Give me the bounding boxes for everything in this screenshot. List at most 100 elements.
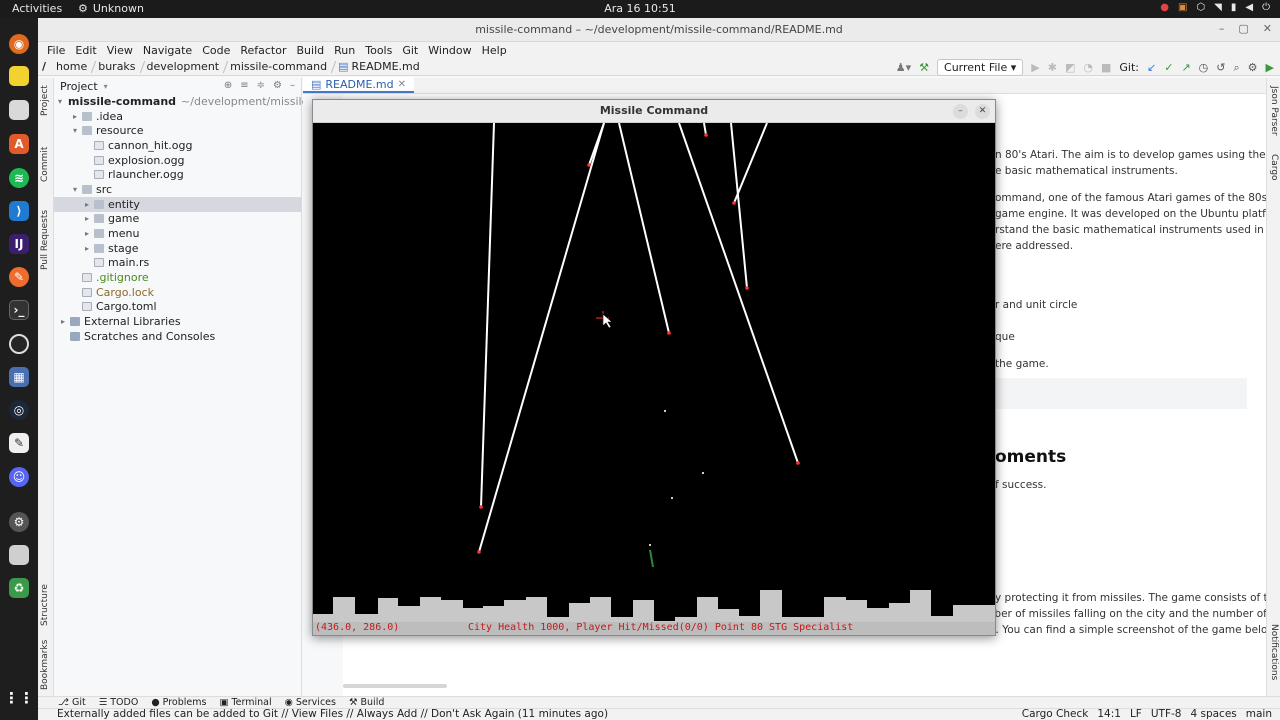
wifi-icon[interactable]: ◥: [1214, 2, 1222, 13]
menu-view[interactable]: View: [102, 44, 138, 57]
tool-terminal[interactable]: ▣ Terminal: [219, 697, 271, 708]
network-icon[interactable]: ●: [1160, 2, 1169, 13]
options-icon[interactable]: ⚙: [273, 80, 282, 91]
system-tray[interactable]: ● ▣ ⬡ ◥ ▮ ◀ ⏻: [1160, 2, 1270, 13]
game-canvas[interactable]: [313, 123, 995, 623]
plugin-icon[interactable]: ▶: [1266, 61, 1274, 74]
expand-all-icon[interactable]: ≡: [240, 80, 248, 91]
menu-refactor[interactable]: Refactor: [235, 44, 291, 57]
collapse-all-icon[interactable]: ≑: [257, 80, 265, 91]
tool-cargo[interactable]: Cargo: [1269, 154, 1279, 181]
git-push-icon[interactable]: ↗: [1181, 61, 1190, 74]
profile-icon[interactable]: ◔: [1083, 61, 1093, 74]
tree-item-scratches-and-consoles[interactable]: Scratches and Consoles: [54, 329, 301, 344]
files-icon[interactable]: [9, 100, 29, 120]
breadcrumb-development[interactable]: development: [143, 60, 226, 73]
build-hammer-icon[interactable]: ⚒: [919, 61, 929, 74]
app-menu[interactable]: ⚙ Unknown: [78, 2, 144, 15]
project-header[interactable]: Project ▾ ⊕ ≡ ≑ ⚙ –: [54, 78, 301, 94]
maximize-icon[interactable]: ▢: [1238, 22, 1248, 35]
chevron-down-icon[interactable]: ▾: [58, 97, 62, 106]
minimize-icon[interactable]: –: [1219, 22, 1225, 35]
menu-tools[interactable]: Tools: [360, 44, 397, 57]
settings-icon[interactable]: ⚙: [9, 512, 29, 532]
tree-item-cannon-hit-ogg[interactable]: cannon_hit.ogg: [54, 138, 301, 153]
tab-readme[interactable]: ▤ README.md ✕: [303, 77, 415, 93]
tree-item-main-rs[interactable]: main.rs: [54, 256, 301, 271]
user-icon[interactable]: ♟▾: [896, 61, 911, 74]
tool-notifications[interactable]: Notifications: [1269, 624, 1279, 680]
git-branch[interactable]: main: [1246, 708, 1272, 720]
tool-git[interactable]: ⎇ Git: [58, 697, 86, 708]
power-icon[interactable]: ⏻: [1262, 2, 1270, 13]
menu-file[interactable]: File: [42, 44, 70, 57]
tree-item-explosion-ogg[interactable]: explosion.ogg: [54, 153, 301, 168]
chevron-right-icon[interactable]: ▸: [82, 244, 92, 253]
breadcrumb-root[interactable]: /: [38, 60, 52, 73]
cargo-check-status[interactable]: Cargo Check: [1022, 708, 1089, 720]
tool-json-parser[interactable]: Json Parser: [1269, 86, 1279, 136]
firefox-icon[interactable]: ◉: [9, 34, 29, 54]
chevron-right-icon[interactable]: ▸: [82, 229, 92, 238]
tool-structure[interactable]: Structure: [40, 584, 50, 626]
tool-todo[interactable]: ☰ TODO: [99, 697, 139, 708]
close-icon[interactable]: ✕: [975, 104, 990, 119]
horizontal-scrollbar[interactable]: [343, 684, 447, 688]
breadcrumb-home[interactable]: home: [52, 60, 93, 73]
file-encoding[interactable]: UTF-8: [1151, 708, 1182, 720]
close-icon[interactable]: ✕: [1263, 22, 1272, 35]
menu-run[interactable]: Run: [329, 44, 360, 57]
spotify-icon[interactable]: ≋: [9, 168, 29, 188]
close-tab-icon[interactable]: ✕: [398, 79, 406, 90]
tool-bookmarks[interactable]: Bookmarks: [40, 640, 50, 690]
postman-icon[interactable]: ✎: [9, 267, 29, 287]
notes-icon[interactable]: [9, 66, 29, 86]
microphone-icon[interactable]: ▮: [1231, 2, 1237, 13]
git-rollback-icon[interactable]: ↺: [1216, 61, 1225, 74]
gear-icon[interactable]: ⚙: [1248, 61, 1258, 74]
menu-edit[interactable]: Edit: [70, 44, 101, 57]
tool-commit[interactable]: Commit: [40, 147, 50, 182]
breadcrumb-file[interactable]: ▤ README.md: [334, 60, 426, 73]
keyboard-icon[interactable]: ▣: [1178, 2, 1187, 13]
git-commit-icon[interactable]: ✓: [1164, 61, 1173, 74]
run-icon[interactable]: ▶: [1031, 61, 1039, 74]
chevron-down-icon[interactable]: ▾: [104, 82, 108, 91]
git-update-icon[interactable]: ↙: [1147, 61, 1156, 74]
tree-item-src[interactable]: ▾ src: [54, 182, 301, 197]
virtualbox-icon[interactable]: ▦: [9, 367, 29, 387]
coverage-icon[interactable]: ◩: [1065, 61, 1075, 74]
clock[interactable]: Ara 16 10:51: [0, 2, 1280, 15]
software-icon[interactable]: A: [9, 134, 29, 154]
tree-item-menu[interactable]: ▸ menu: [54, 226, 301, 241]
status-message[interactable]: Externally added files can be added to G…: [57, 708, 608, 720]
tree-item-idea[interactable]: ▸ .idea: [54, 109, 301, 124]
chevron-right-icon[interactable]: ▸: [70, 112, 80, 121]
tree-item-resource[interactable]: ▾ resource: [54, 123, 301, 138]
run-config-select[interactable]: Current File ▾: [937, 59, 1024, 76]
hide-panel-icon[interactable]: –: [290, 80, 295, 91]
breadcrumb-project[interactable]: missile-command: [226, 60, 333, 73]
steam-icon[interactable]: ◎: [9, 400, 29, 420]
minimize-icon[interactable]: –: [953, 104, 968, 119]
chevron-right-icon[interactable]: ▸: [82, 214, 92, 223]
git-history-icon[interactable]: ◷: [1199, 61, 1209, 74]
chevron-down-icon[interactable]: ▾: [70, 185, 80, 194]
tool-project[interactable]: Project: [40, 85, 50, 116]
vscode-icon[interactable]: ⟩: [9, 201, 29, 221]
intellij-icon[interactable]: IJ: [9, 234, 29, 254]
show-apps-icon[interactable]: ⋮⋮: [4, 688, 34, 708]
tree-item-external-libraries[interactable]: ▸ External Libraries: [54, 314, 301, 329]
discord-icon[interactable]: ☺: [9, 467, 29, 487]
indent-setting[interactable]: 4 spaces: [1190, 708, 1236, 720]
menu-navigate[interactable]: Navigate: [138, 44, 197, 57]
tree-item-game[interactable]: ▸ game: [54, 212, 301, 227]
volume-icon[interactable]: ◀: [1245, 2, 1253, 13]
game-title-bar[interactable]: Missile Command – ✕: [313, 100, 995, 123]
breadcrumb-buraks[interactable]: buraks: [94, 60, 141, 73]
trash-icon[interactable]: ♻: [9, 578, 29, 598]
tool-build[interactable]: ⚒ Build: [349, 697, 384, 708]
tool-pull-requests[interactable]: Pull Requests: [40, 210, 50, 270]
terminal-icon[interactable]: ›_: [9, 300, 29, 320]
ide-title-bar[interactable]: missile-command – ~/development/missile-…: [38, 18, 1280, 42]
